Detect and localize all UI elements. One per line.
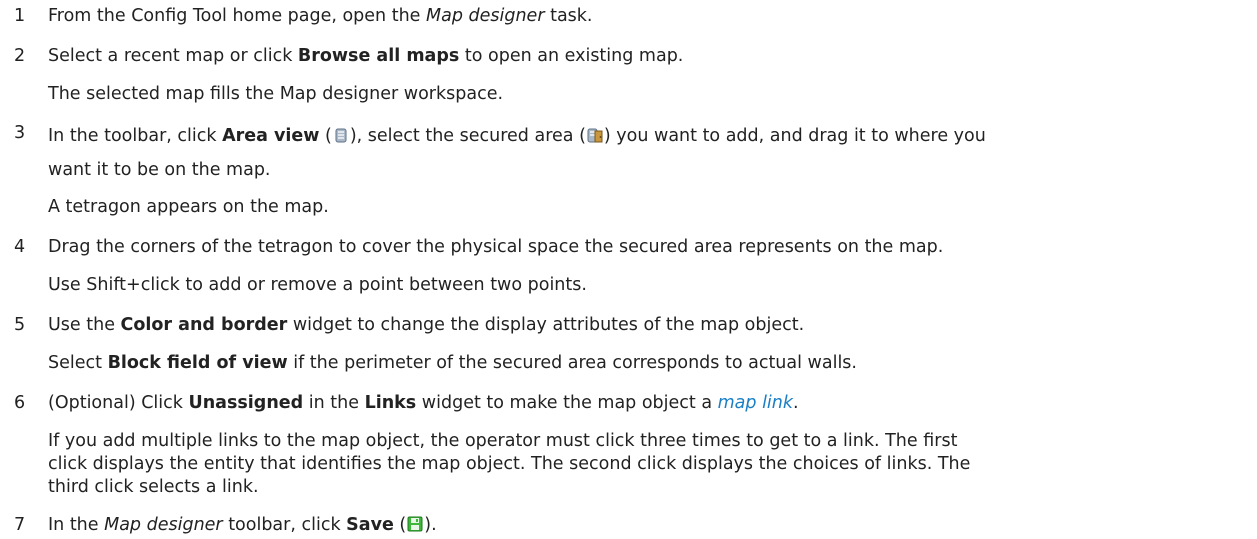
procedure-document: 1 From the Config Tool home page, open t… [0, 0, 1257, 539]
area-view-icon [332, 126, 350, 144]
step-number: 5 [14, 315, 26, 335]
step-3-note: A tetragon appears on the map. [48, 197, 329, 217]
step-5-note: Select Block field of view if the perime… [48, 353, 857, 373]
step-3-text-cont: want it to be on the map. [48, 160, 271, 180]
step-number: 1 [14, 6, 26, 26]
step-1-text: From the Config Tool home page, open the… [48, 6, 593, 26]
save-icon [406, 515, 424, 533]
step-6-note-line: click displays the entity that identifie… [48, 454, 971, 474]
step-4-text: Drag the corners of the tetragon to cove… [48, 237, 944, 257]
step-6-text: (Optional) Click Unassigned in the Links… [48, 393, 799, 413]
step-number: 3 [14, 123, 26, 143]
step-number: 2 [14, 46, 26, 66]
step-6-note-line: If you add multiple links to the map obj… [48, 431, 958, 451]
step-7-text: In the Map designer toolbar, click Save … [48, 515, 437, 535]
step-5-text: Use the Color and border widget to chang… [48, 315, 805, 335]
step-3-text: In the toolbar, click Area view (), sele… [48, 126, 986, 146]
map-link[interactable]: map link [718, 393, 793, 413]
step-6-note-line: third click selects a link. [48, 477, 259, 497]
step-4-note: Use Shift+click to add or remove a point… [48, 275, 587, 295]
step-2-text: Select a recent map or click Browse all … [48, 46, 684, 66]
secured-area-icon [586, 126, 604, 144]
step-number: 7 [14, 515, 26, 535]
step-number: 4 [14, 237, 26, 257]
step-2-note: The selected map fills the Map designer … [48, 84, 504, 104]
step-number: 6 [14, 393, 26, 413]
